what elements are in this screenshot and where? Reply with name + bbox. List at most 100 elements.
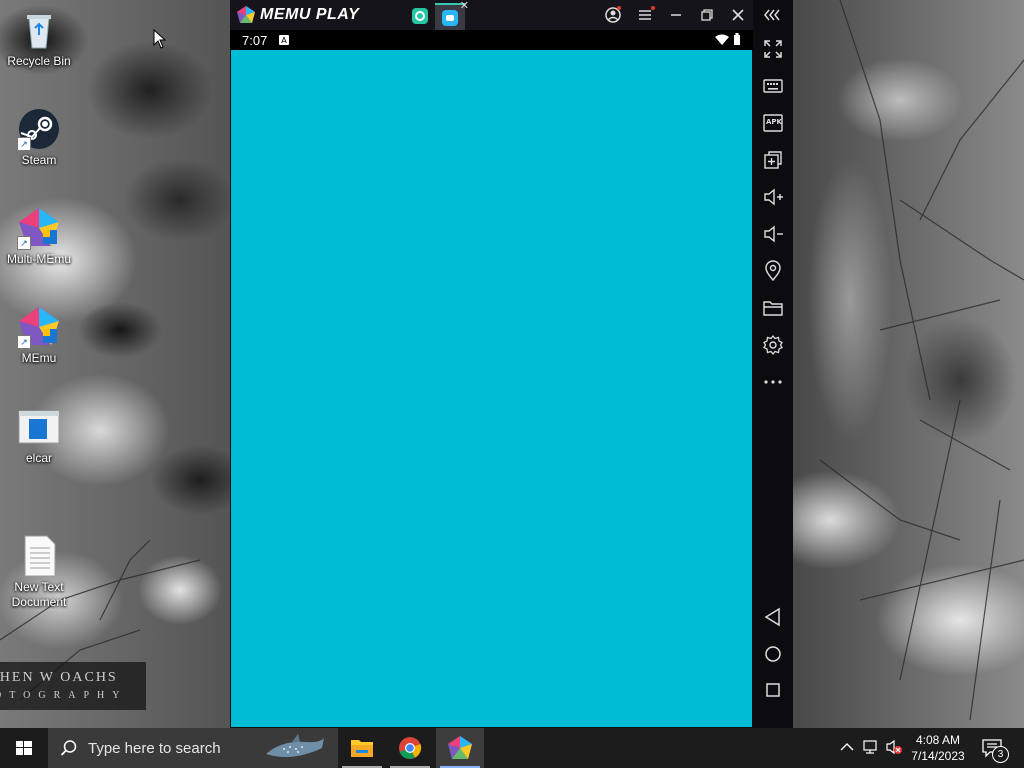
- more-button[interactable]: [760, 369, 786, 395]
- volume-down-button[interactable]: [760, 221, 786, 247]
- mouse-cursor-icon: [153, 29, 167, 49]
- account-button[interactable]: [602, 4, 624, 26]
- search-placeholder: Type here to search: [88, 740, 221, 757]
- action-center-button[interactable]: 3: [980, 736, 1009, 763]
- location-icon: [765, 260, 781, 282]
- apk-label: APK: [766, 118, 782, 126]
- shortcut-arrow-icon: ↗: [17, 236, 31, 250]
- taskbar-clock[interactable]: 4:08 AM 7/14/2023: [898, 732, 978, 764]
- taskbar-search-box[interactable]: Type here to search: [48, 728, 338, 768]
- recycle-bin-icon: [17, 8, 61, 52]
- text-document-icon: [17, 519, 61, 577]
- collapse-sidebar-icon: [764, 9, 780, 21]
- keyboard-icon: [763, 79, 783, 93]
- tab-app[interactable]: ✕: [435, 0, 469, 31]
- memu-taskbar-icon: [448, 736, 472, 759]
- minimize-button[interactable]: [665, 4, 687, 26]
- volume-up-button[interactable]: [760, 184, 786, 210]
- memu-logo-icon: [237, 6, 255, 23]
- notification-count-badge: 3: [992, 746, 1009, 763]
- multi-instance-icon: [764, 151, 782, 169]
- watermark-line-2: OTOGRAPHY: [0, 690, 128, 701]
- back-icon: [764, 607, 780, 627]
- android-status-bar: 7:07 A: [230, 30, 753, 50]
- taskbar-file-explorer[interactable]: [338, 728, 386, 768]
- menu-icon: [639, 6, 655, 20]
- file-explorer-icon: [351, 740, 373, 757]
- keyboard-button[interactable]: [760, 73, 786, 99]
- desktop-icon-label: Recycle Bin: [7, 54, 71, 68]
- svg-text:A: A: [281, 36, 287, 45]
- multi-instance-button[interactable]: [760, 147, 786, 173]
- windows-taskbar: Type here to search 4:08 AM 7/14/2023 3: [0, 728, 1024, 768]
- desktop-icon-multi-memu[interactable]: ↗ Multi-MEmu: [3, 206, 75, 267]
- desktop-icon-elcar[interactable]: elcar: [3, 405, 75, 466]
- apk-install-button[interactable]: APK: [760, 110, 786, 136]
- desktop-icon-label: MEmu: [21, 351, 57, 365]
- recents-icon: [766, 683, 780, 697]
- desktop-icon-memu[interactable]: ↗ MEmu: [3, 305, 75, 366]
- android-back-button[interactable]: [760, 604, 786, 630]
- memu-icon: ↗: [17, 305, 61, 349]
- search-icon: [60, 740, 77, 756]
- volume-down-icon: [764, 225, 783, 243]
- show-hidden-icons-chevron-icon[interactable]: [838, 738, 856, 756]
- start-button[interactable]: [0, 728, 48, 768]
- volume-up-icon: [764, 188, 783, 206]
- desktop-icon-label: New Text Document: [11, 580, 67, 609]
- fullscreen-button[interactable]: [760, 36, 786, 62]
- memu-sidebar: APK: [753, 0, 793, 728]
- windows-logo-icon: [16, 741, 32, 755]
- watermark-line-1: PHEN W OACHS: [0, 670, 118, 685]
- android-screen[interactable]: [231, 50, 752, 727]
- fullscreen-icon: [764, 40, 782, 58]
- restore-button[interactable]: [696, 4, 718, 26]
- shortcut-arrow-icon: ↗: [17, 137, 31, 151]
- home-icon: [765, 646, 781, 662]
- desktop-icon-steam[interactable]: ↗ Steam: [3, 107, 75, 168]
- android-home-button[interactable]: [760, 641, 786, 667]
- minimize-icon: [671, 14, 681, 16]
- whale-shark-search-highlight-icon: [266, 734, 324, 757]
- app-tab-icon: [442, 10, 458, 26]
- notification-a-icon: A: [279, 35, 289, 45]
- desktop-icon-label: Steam: [21, 153, 57, 167]
- close-button[interactable]: [727, 4, 749, 26]
- taskbar-chrome[interactable]: [386, 728, 434, 768]
- close-icon: [732, 9, 744, 21]
- clock-time: 4:08 AM: [915, 733, 961, 747]
- desktop-icon-label: elcar: [25, 451, 52, 465]
- shortcut-arrow-icon: ↗: [17, 335, 31, 349]
- tab-android-home[interactable]: [405, 3, 435, 29]
- network-icon[interactable]: [862, 738, 880, 756]
- settings-button[interactable]: [760, 332, 786, 358]
- window-file-icon: [17, 405, 61, 449]
- collapse-sidebar-button[interactable]: [760, 2, 786, 28]
- clock-date: 7/14/2023: [911, 749, 965, 763]
- taskbar-memu[interactable]: [436, 728, 484, 768]
- android-home-tab-icon: [412, 8, 428, 24]
- multi-memu-icon: ↗: [17, 206, 61, 250]
- memu-app-title: MEMU PLAY: [260, 6, 360, 23]
- memu-window: MEMU PLAY ✕ 7:07 A APK: [230, 0, 793, 728]
- account-icon: [605, 6, 621, 23]
- folder-icon: [763, 301, 783, 316]
- more-icon: [764, 380, 782, 384]
- location-button[interactable]: [760, 258, 786, 284]
- memu-titlebar[interactable]: MEMU PLAY ✕ 7:07 A: [230, 0, 793, 50]
- close-tab-icon[interactable]: ✕: [460, 0, 469, 12]
- steam-icon: ↗: [17, 107, 61, 151]
- desktop-icon-label: Multi-MEmu: [6, 252, 71, 266]
- android-recents-button[interactable]: [760, 677, 786, 703]
- settings-icon: [763, 334, 783, 356]
- restore-icon: [701, 9, 713, 21]
- folder-button[interactable]: [760, 295, 786, 321]
- chrome-icon: [399, 737, 422, 759]
- photographer-watermark: PHEN W OACHS OTOGRAPHY: [0, 662, 146, 710]
- battery-icon: [734, 33, 740, 45]
- desktop-icon-recycle-bin[interactable]: Recycle Bin: [3, 8, 75, 69]
- android-clock: 7:07: [242, 33, 268, 48]
- wifi-icon: [715, 34, 729, 45]
- desktop-icon-new-text-document[interactable]: New Text Document: [3, 504, 75, 625]
- menu-button[interactable]: [634, 4, 656, 26]
